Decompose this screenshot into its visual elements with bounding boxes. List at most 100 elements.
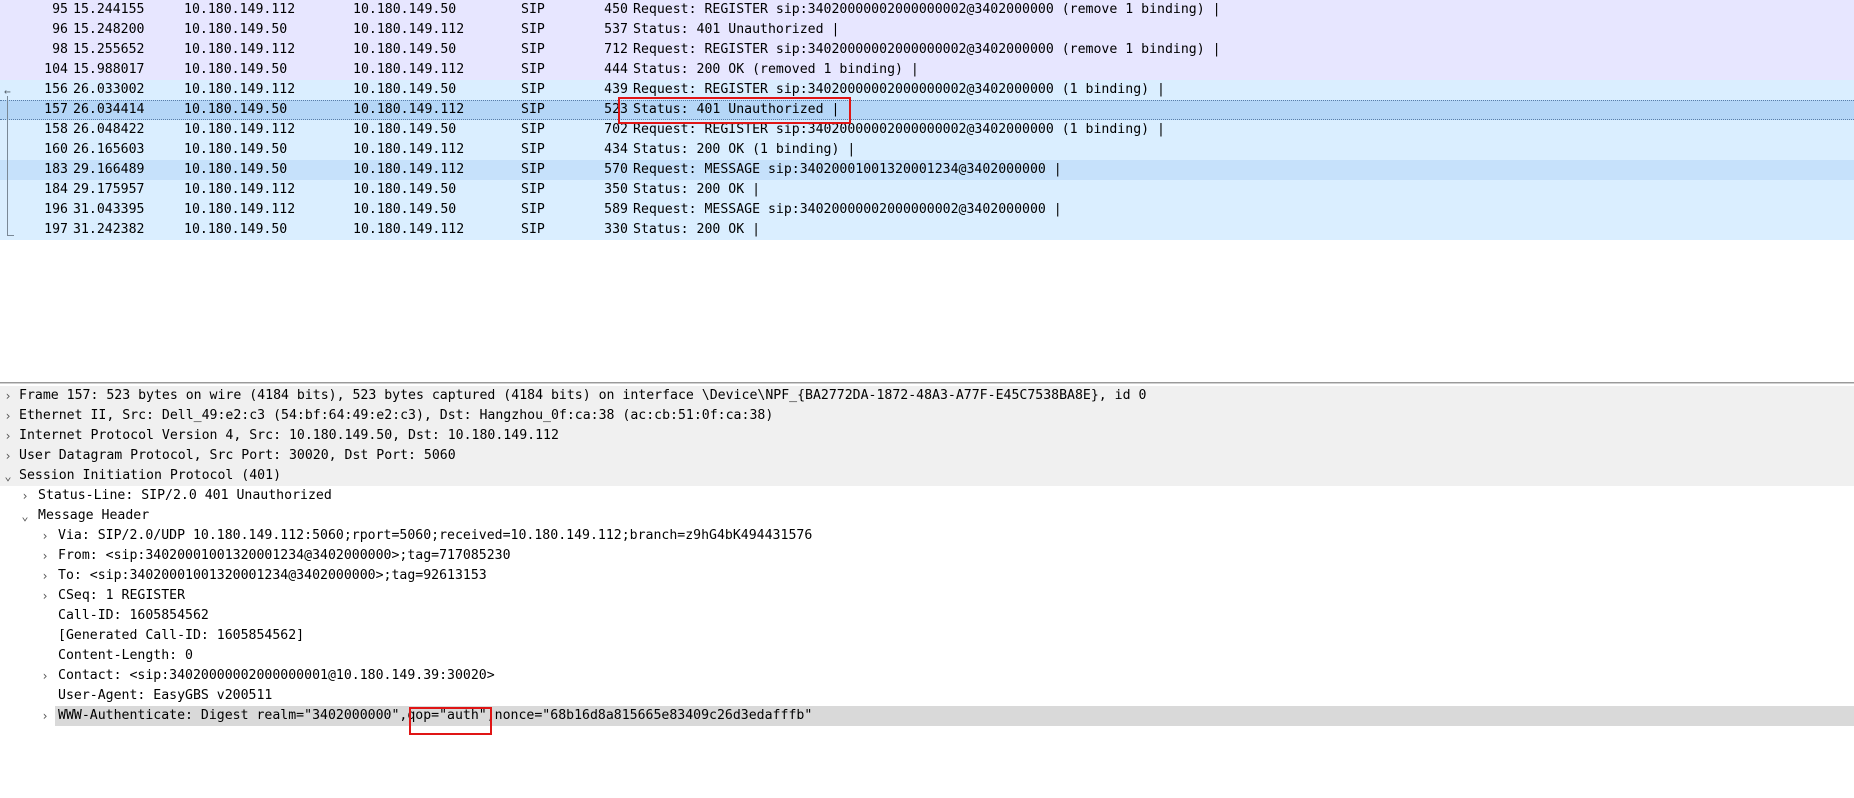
- chevron-right-icon[interactable]: ›: [39, 706, 51, 726]
- packet-len-cell: 570: [604, 162, 628, 177]
- packet-row[interactable]: 183 29.166489 10.180.149.50 10.180.149.112 S…: [0, 160, 1854, 180]
- tree-label: Ethernet II, Src: Dell_49:e2:c3 (54:bf:6…: [19, 408, 774, 423]
- packet-len-cell: 434: [604, 142, 628, 157]
- packet-dst-cell: 10.180.149.112: [353, 102, 465, 117]
- packet-row[interactable]: 98 15.255652 10.180.149.112 10.180.149.50 SI…: [0, 40, 1854, 60]
- tree-label: [Generated Call-ID: 1605854562]: [58, 628, 305, 643]
- packet-no-cell: 98: [52, 42, 68, 57]
- tree-label: User-Agent: EasyGBS v200511: [58, 688, 273, 703]
- packet-src-cell: 10.180.149.112: [184, 2, 296, 17]
- chevron-right-icon[interactable]: ›: [39, 586, 51, 606]
- tree-contact[interactable]: › Contact: <sip:34020000002000000001@10.…: [0, 666, 1854, 686]
- packet-info-cell: Status: 200 OK |: [633, 222, 761, 237]
- packet-src-cell: 10.180.149.112: [184, 42, 296, 57]
- packet-time-cell: 15.244155: [73, 2, 145, 17]
- packet-dst-cell: 10.180.149.112: [353, 162, 465, 177]
- packet-len-cell: 537: [604, 22, 628, 37]
- packet-len-cell: 712: [604, 42, 628, 57]
- packet-info-cell: Request: MESSAGE sip:3402000100132000123…: [633, 162, 1062, 177]
- chevron-right-icon[interactable]: ›: [2, 386, 14, 406]
- packet-info-cell: Request: REGISTER sip:340200000020000000…: [633, 2, 1221, 17]
- packet-proto-cell: SIP: [521, 22, 545, 37]
- chevron-down-icon[interactable]: ⌄: [2, 466, 14, 486]
- tree-label: Status-Line: SIP/2.0 401 Unauthorized: [38, 488, 332, 503]
- packet-time-cell: 26.165603: [73, 142, 145, 157]
- packet-dst-cell: 10.180.149.50: [353, 82, 457, 97]
- tree-label: From: <sip:34020001001320001234@34020000…: [58, 548, 511, 563]
- packet-info-cell: Request: REGISTER sip:340200000020000000…: [633, 82, 1165, 97]
- packet-info-cell: Request: REGISTER sip:340200000020000000…: [633, 42, 1221, 57]
- tree-status-line[interactable]: › Status-Line: SIP/2.0 401 Unauthorized: [0, 486, 1854, 506]
- packet-time-cell: 15.248200: [73, 22, 145, 37]
- chevron-right-icon[interactable]: ›: [19, 486, 31, 506]
- packet-time-cell: 26.034414: [73, 102, 145, 117]
- packet-len-cell: 444: [604, 62, 628, 77]
- tree-call-id[interactable]: Call-ID: 1605854562: [0, 606, 1854, 626]
- chevron-right-icon[interactable]: ›: [39, 566, 51, 586]
- chevron-right-icon[interactable]: ›: [2, 426, 14, 446]
- packet-row[interactable]: 197 31.242382 10.180.149.50 10.180.149.112 S…: [0, 220, 1854, 240]
- tree-content-length[interactable]: Content-Length: 0: [0, 646, 1854, 666]
- packet-dst-cell: 10.180.149.112: [353, 22, 465, 37]
- chevron-down-icon[interactable]: ⌄: [19, 506, 31, 526]
- packet-no-cell: 104: [44, 62, 68, 77]
- packet-time-cell: 29.175957: [73, 182, 145, 197]
- tree-label: Contact: <sip:34020000002000000001@10.18…: [58, 668, 495, 683]
- tree-from[interactable]: › From: <sip:34020001001320001234@340200…: [0, 546, 1854, 566]
- tree-cseq[interactable]: › CSeq: 1 REGISTER: [0, 586, 1854, 606]
- packet-no-cell: 95: [52, 2, 68, 17]
- tree-via[interactable]: › Via: SIP/2.0/UDP 10.180.149.112:5060;r…: [0, 526, 1854, 546]
- tree-message-header[interactable]: ⌄ Message Header: [0, 506, 1854, 526]
- packet-info-cell: Request: REGISTER sip:340200000020000000…: [633, 122, 1165, 137]
- packet-time-cell: 26.048422: [73, 122, 145, 137]
- packet-src-cell: 10.180.149.112: [184, 82, 296, 97]
- tree-www-authenticate[interactable]: › WWW-Authenticate: Digest realm="340200…: [0, 706, 1854, 726]
- tree-generated-call-id[interactable]: [Generated Call-ID: 1605854562]: [0, 626, 1854, 646]
- tree-user-agent[interactable]: User-Agent: EasyGBS v200511: [0, 686, 1854, 706]
- packet-row[interactable]: 158 26.048422 10.180.149.112 10.180.149.50 S…: [0, 120, 1854, 140]
- pane-splitter[interactable]: [0, 382, 1854, 384]
- packet-len-cell: 450: [604, 2, 628, 17]
- tree-to[interactable]: › To: <sip:34020001001320001234@34020000…: [0, 566, 1854, 586]
- conversation-bracket: [7, 96, 14, 236]
- packet-row[interactable]: 95 15.244155 10.180.149.112 10.180.149.50 SI…: [0, 0, 1854, 20]
- packet-info-cell: Status: 200 OK |: [633, 182, 761, 197]
- tree-udp[interactable]: › User Datagram Protocol, Src Port: 3002…: [0, 446, 1854, 466]
- tree-frame[interactable]: › Frame 157: 523 bytes on wire (4184 bit…: [0, 386, 1854, 406]
- chevron-right-icon[interactable]: ›: [2, 446, 14, 466]
- packet-dst-cell: 10.180.149.112: [353, 142, 465, 157]
- tree-label: Frame 157: 523 bytes on wire (4184 bits)…: [19, 388, 1147, 403]
- packet-dst-cell: 10.180.149.50: [353, 42, 457, 57]
- tree-sip[interactable]: ⌄ Session Initiation Protocol (401): [0, 466, 1854, 486]
- tree-label: To: <sip:34020001001320001234@3402000000…: [58, 568, 487, 583]
- chevron-right-icon[interactable]: ›: [39, 666, 51, 686]
- packet-proto-cell: SIP: [521, 202, 545, 217]
- packet-time-cell: 31.043395: [73, 202, 145, 217]
- packet-row-selected[interactable]: 157 26.034414 10.180.149.50 10.180.149.112 S…: [0, 100, 1854, 120]
- packet-src-cell: 10.180.149.50: [184, 22, 288, 37]
- chevron-right-icon[interactable]: ›: [39, 546, 51, 566]
- packet-row[interactable]: 96 15.248200 10.180.149.50 10.180.149.112 SI…: [0, 20, 1854, 40]
- packet-len-cell: 350: [604, 182, 628, 197]
- tree-label: Internet Protocol Version 4, Src: 10.180…: [19, 428, 559, 443]
- packet-info-cell: Request: MESSAGE sip:3402000000200000000…: [633, 202, 1062, 217]
- packet-row[interactable]: 196 31.043395 10.180.149.112 10.180.149.50 S…: [0, 200, 1854, 220]
- packet-row[interactable]: 156 26.033002 10.180.149.112 10.180.149.50 S…: [0, 80, 1854, 100]
- tree-label: Call-ID: 1605854562: [58, 608, 209, 623]
- packet-dst-cell: 10.180.149.50: [353, 2, 457, 17]
- tree-label: WWW-Authenticate: Digest realm="34020000…: [58, 708, 813, 723]
- packet-len-cell: 330: [604, 222, 628, 237]
- tree-ethernet[interactable]: › Ethernet II, Src: Dell_49:e2:c3 (54:bf…: [0, 406, 1854, 426]
- packet-row[interactable]: 184 29.175957 10.180.149.112 10.180.149.50 S…: [0, 180, 1854, 200]
- tree-label: CSeq: 1 REGISTER: [58, 588, 186, 603]
- chevron-right-icon[interactable]: ›: [2, 406, 14, 426]
- packet-proto-cell: SIP: [521, 82, 545, 97]
- packet-details[interactable]: › Frame 157: 523 bytes on wire (4184 bit…: [0, 386, 1854, 798]
- packet-row[interactable]: 104 15.988017 10.180.149.50 10.180.149.112 S…: [0, 60, 1854, 80]
- packet-row[interactable]: 160 26.165603 10.180.149.50 10.180.149.112 S…: [0, 140, 1854, 160]
- packet-proto-cell: SIP: [521, 142, 545, 157]
- chevron-right-icon[interactable]: ›: [39, 526, 51, 546]
- packet-list[interactable]: 95 15.244155 10.180.149.112 10.180.149.50 SI…: [0, 0, 1854, 382]
- tree-ip[interactable]: › Internet Protocol Version 4, Src: 10.1…: [0, 426, 1854, 446]
- packet-src-cell: 10.180.149.112: [184, 122, 296, 137]
